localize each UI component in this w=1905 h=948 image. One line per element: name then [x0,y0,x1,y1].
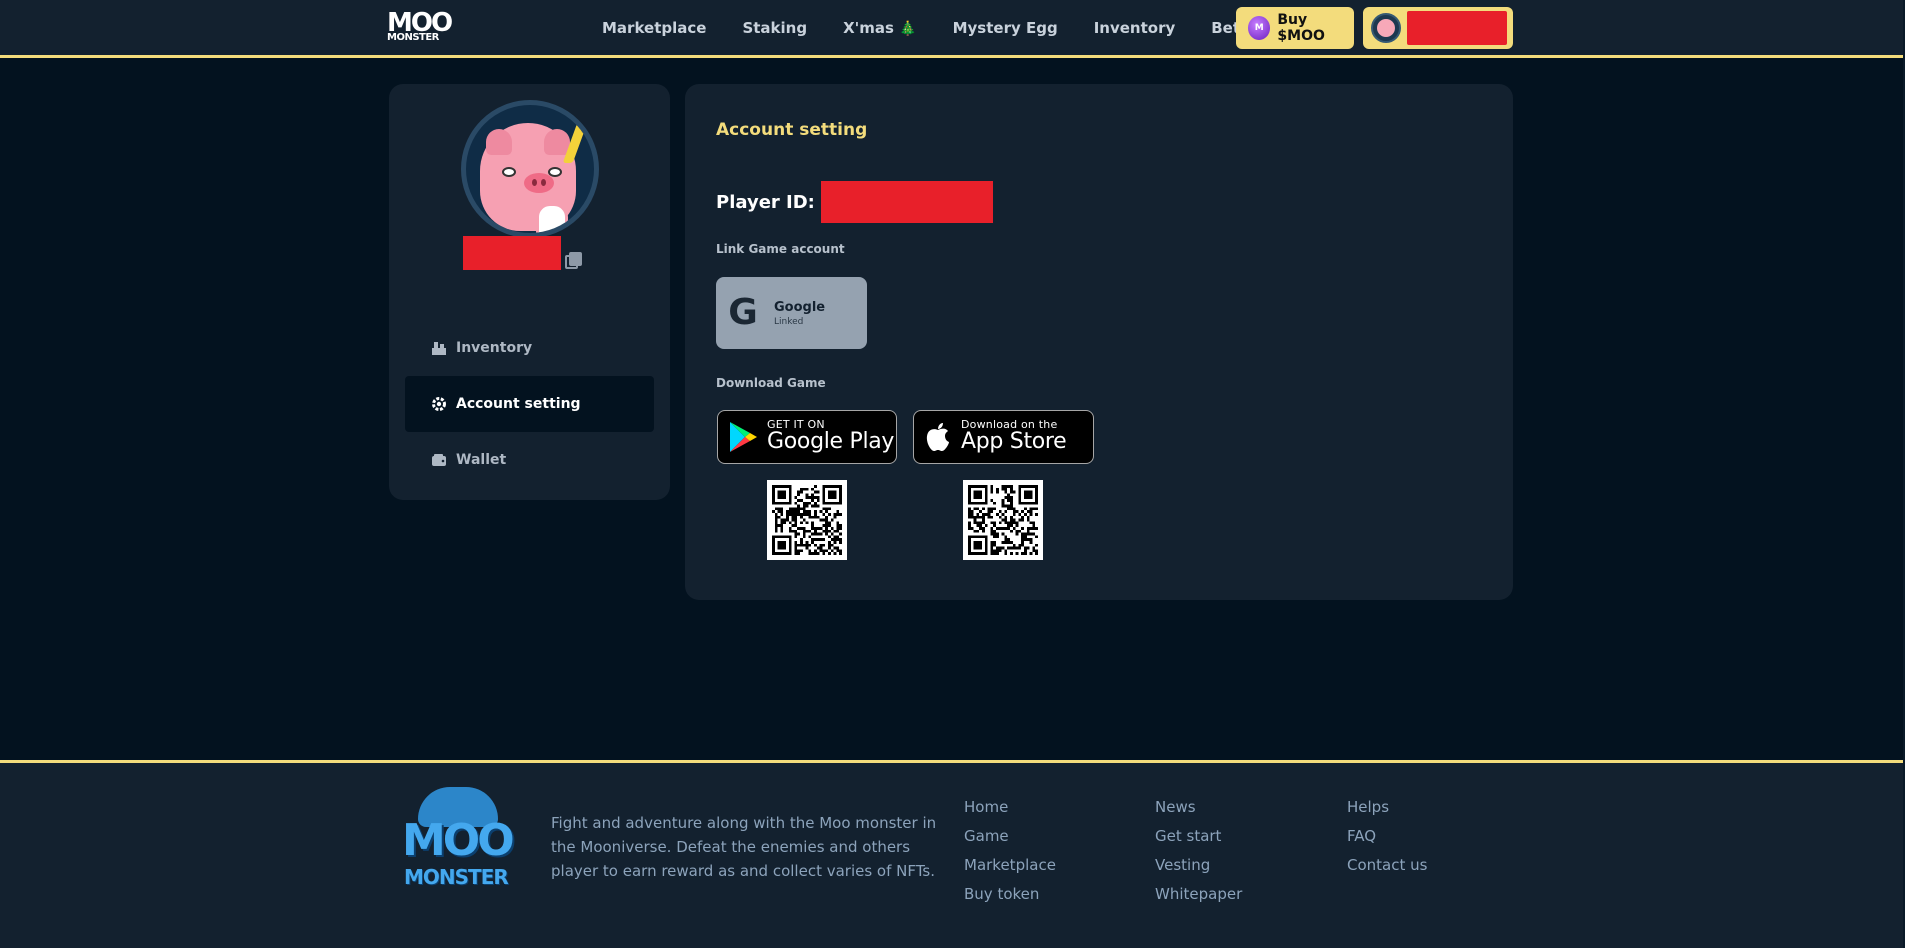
footer-link-home[interactable]: Home [964,793,1056,822]
gear-icon [431,396,447,412]
footer-link-faq[interactable]: FAQ [1347,822,1427,851]
google-link-card[interactable]: G Google Linked [716,277,867,349]
site-footer: MOO MONSTER Fight and adventure along wi… [0,760,1905,948]
footer-link-helps[interactable]: Helps [1347,793,1427,822]
google-play-icon [728,421,758,453]
link-game-account-label: Link Game account [716,242,845,256]
footer-link-vesting[interactable]: Vesting [1155,851,1242,880]
footer-link-contact-us[interactable]: Contact us [1347,851,1427,880]
footer-link-game[interactable]: Game [964,822,1056,851]
inventory-icon [431,340,447,356]
nav-mystery-egg[interactable]: Mystery Egg [953,19,1058,37]
sidebar-item-account-setting[interactable]: Account setting [405,376,654,432]
google-link-status: Linked [774,316,804,327]
footer-moo-monster-logo[interactable]: MOO MONSTER [396,787,520,897]
google-play-button[interactable]: GET IT ON Google Play [717,410,897,464]
redacted-player-id [820,181,993,223]
user-menu-button[interactable] [1363,7,1513,49]
apple-icon [924,421,952,453]
pig-character-image [480,123,576,233]
buy-moo-button[interactable]: M Buy $MOO [1236,7,1354,49]
top-navbar: MOO MONSTER Marketplace Staking X'mas 🎄 … [0,0,1905,58]
footer-link-buy-token[interactable]: Buy token [964,880,1056,909]
nav-xmas[interactable]: X'mas 🎄 [843,19,917,37]
nav-marketplace[interactable]: Marketplace [602,19,706,37]
download-game-label: Download Game [716,376,826,390]
moo-monster-logo[interactable]: MOO MONSTER [387,10,453,46]
footer-links-col3: Helps FAQ Contact us [1347,793,1427,880]
sidebar-item-wallet[interactable]: Wallet [405,432,654,488]
app-store-qr-code [963,480,1043,560]
player-id-row: Player ID: [716,181,993,223]
google-name: Google [774,299,826,315]
player-id-label: Player ID: [716,191,815,213]
pig-avatar-icon [1377,19,1395,37]
footer-link-whitepaper[interactable]: Whitepaper [1155,880,1242,909]
footer-link-news[interactable]: News [1155,793,1242,822]
redacted-username [1407,11,1507,45]
profile-name-row [463,236,582,270]
nav-staking[interactable]: Staking [742,19,807,37]
footer-links-col1: Home Game Marketplace Buy token [964,793,1056,909]
footer-links-col2: News Get start Vesting Whitepaper [1155,793,1242,909]
moo-coin-icon: M [1248,16,1271,40]
page-title: Account setting [716,120,868,140]
profile-sidebar: Inventory Account setting Wallet [389,84,670,500]
profile-avatar [461,100,599,238]
footer-description: Fight and adventure along with the Moo m… [551,814,937,880]
sidebar-menu: Inventory Account setting Wallet [405,320,654,488]
app-store-button[interactable]: Download on the App Store [913,410,1094,464]
footer-link-get-start[interactable]: Get start [1155,822,1242,851]
google-play-qr-code [767,480,847,560]
nav-inventory[interactable]: Inventory [1094,19,1176,37]
google-icon: G [728,292,758,333]
user-avatar [1371,13,1401,43]
account-setting-panel: Account setting Player ID: Link Game acc… [685,84,1513,600]
sidebar-item-inventory[interactable]: Inventory [405,320,654,376]
redacted-profile-name [463,236,561,270]
footer-link-marketplace[interactable]: Marketplace [964,851,1056,880]
wallet-icon [431,452,447,468]
christmas-tree-icon: 🎄 [899,21,917,37]
copy-icon[interactable] [565,252,582,269]
